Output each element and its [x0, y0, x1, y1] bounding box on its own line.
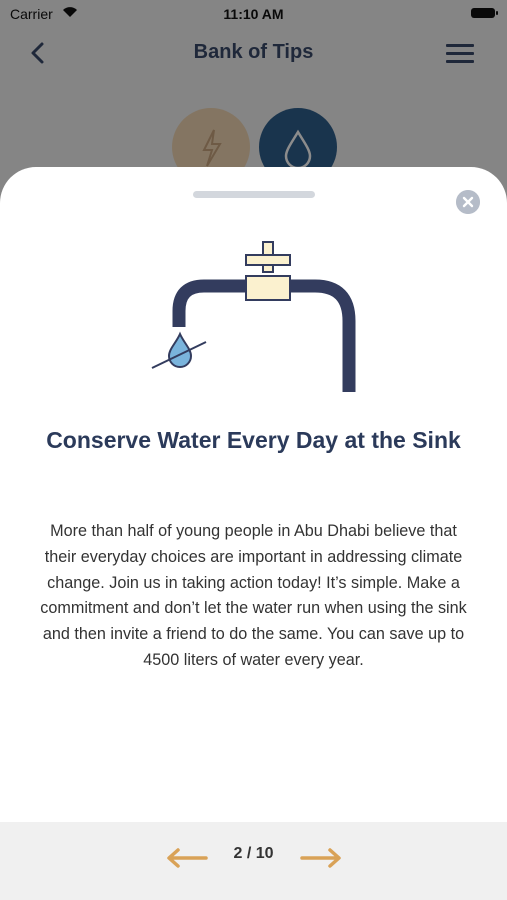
page-indicator: 2 / 10	[233, 845, 274, 862]
close-icon[interactable]	[456, 190, 480, 214]
faucet-illustration	[151, 241, 356, 392]
tip-body: More than half of young people in Abu Dh…	[40, 522, 467, 669]
pager-footer: 2 / 10	[0, 822, 507, 900]
arrow-right-icon[interactable]	[298, 847, 344, 869]
tip-sheet: Conserve Water Every Day at the Sink Mor…	[0, 167, 507, 900]
tip-title: Conserve Water Every Day at the Sink	[46, 427, 461, 453]
sheet-grabber[interactable]	[193, 191, 315, 198]
